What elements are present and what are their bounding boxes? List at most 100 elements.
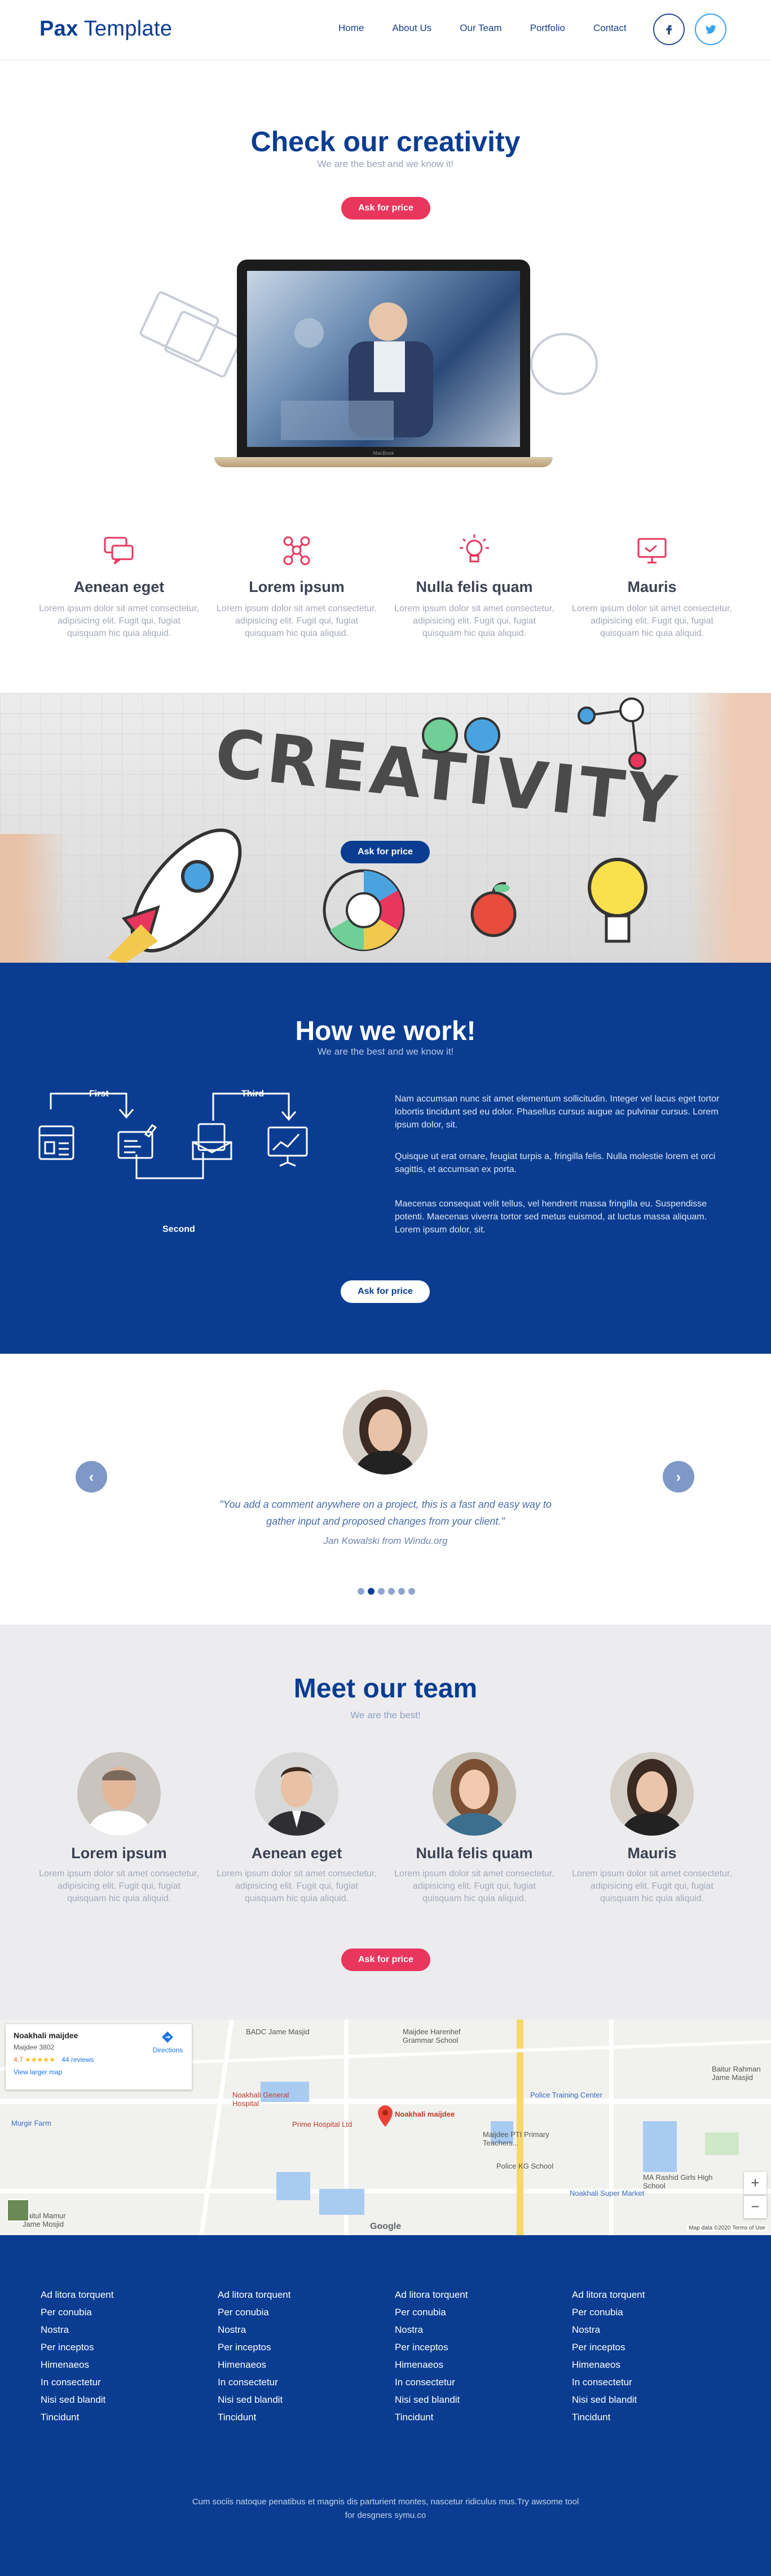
prev-arrow-icon[interactable]: ‹ bbox=[76, 1461, 107, 1493]
carousel-dot[interactable] bbox=[358, 1588, 364, 1595]
map-rating: 4.7 bbox=[14, 2056, 23, 2064]
footer-link[interactable]: Per conubia bbox=[218, 2303, 364, 2321]
map-label: Prime Hospital Ltd bbox=[292, 2120, 353, 2129]
feature-title: Lorem ipsum bbox=[249, 578, 345, 595]
nav-contact[interactable]: Contact bbox=[593, 23, 627, 34]
site-logo[interactable]: Pax Template bbox=[39, 17, 172, 41]
map-label: Police Training Center bbox=[530, 2091, 602, 2099]
map-pond bbox=[643, 2121, 677, 2172]
map-reviews-link[interactable]: 44 reviews bbox=[61, 2056, 94, 2064]
rocket-icon bbox=[107, 828, 242, 963]
carousel-dot[interactable] bbox=[408, 1588, 415, 1595]
nav-home[interactable]: Home bbox=[338, 23, 364, 34]
footer-link[interactable]: Nisi sed blandit bbox=[395, 2391, 541, 2408]
member-avatar bbox=[77, 1752, 161, 1836]
map-directions-button[interactable]: Directions bbox=[153, 2031, 183, 2054]
map-label: BADC Jame Masjid bbox=[246, 2028, 310, 2036]
carousel-dot[interactable] bbox=[398, 1588, 405, 1595]
footer-link[interactable]: Nisi sed blandit bbox=[41, 2391, 187, 2408]
footer-link[interactable]: Per conubia bbox=[572, 2303, 719, 2321]
footer-link[interactable]: Nisi sed blandit bbox=[218, 2391, 364, 2408]
carousel-dot-active[interactable] bbox=[368, 1588, 375, 1595]
feature-text: Lorem ipsum dolor sit amet consectetur, … bbox=[217, 604, 377, 638]
map-larger-link[interactable]: View larger map bbox=[14, 2068, 184, 2076]
map-road bbox=[0, 2099, 771, 2104]
chat-icon bbox=[102, 533, 136, 567]
footer-link[interactable]: Nostra bbox=[572, 2321, 719, 2338]
footer-link[interactable]: Himenaeos bbox=[41, 2356, 187, 2373]
color-wheel-icon bbox=[323, 869, 405, 951]
footer-link[interactable]: Ad litora torquent bbox=[218, 2286, 364, 2303]
banner-ask-price-button[interactable]: Ask for price bbox=[341, 841, 430, 863]
map-stars-icon: ★★★★★ bbox=[25, 2056, 55, 2064]
footer-link[interactable]: Himenaeos bbox=[395, 2356, 541, 2373]
molecule-icon bbox=[578, 697, 646, 770]
laptop-image: MacBook bbox=[214, 260, 553, 467]
zoom-in-button[interactable]: + bbox=[744, 2172, 766, 2195]
how-ask-price-button[interactable]: Ask for price bbox=[341, 1280, 430, 1303]
footer-link[interactable]: Ad litora torquent bbox=[572, 2286, 719, 2303]
footer-link[interactable]: Tincidunt bbox=[218, 2408, 364, 2426]
footer-link[interactable]: Per inceptos bbox=[395, 2338, 541, 2356]
testimonial-section: ‹ › "You add a comment anywhere on a pro… bbox=[0, 1354, 771, 1625]
footer-link[interactable]: Per conubia bbox=[41, 2303, 187, 2321]
hero-ask-price-button[interactable]: Ask for price bbox=[341, 197, 430, 220]
footer-link[interactable]: In consectetur bbox=[218, 2373, 364, 2391]
twitter-icon[interactable] bbox=[695, 14, 726, 45]
feature-title: Mauris bbox=[627, 578, 677, 595]
map-label: Murgir Farm bbox=[11, 2119, 51, 2127]
footer-link[interactable]: Nostra bbox=[41, 2321, 187, 2338]
footer-link[interactable]: Per inceptos bbox=[41, 2338, 187, 2356]
team-member: Mauris Lorem ipsum dolor sit amet consec… bbox=[570, 1752, 734, 1905]
footer-column: Ad litora torquent Per conubia Nostra Pe… bbox=[572, 2286, 719, 2426]
footer-link[interactable]: Himenaeos bbox=[572, 2356, 719, 2373]
network-icon bbox=[280, 533, 314, 567]
footer-link[interactable]: Per inceptos bbox=[572, 2338, 719, 2356]
facebook-icon[interactable] bbox=[653, 14, 685, 45]
laptop-screen: MacBook bbox=[237, 260, 530, 457]
member-bio: Lorem ipsum dolor sit amet consectetur, … bbox=[217, 1869, 377, 1903]
footer-link[interactable]: Tincidunt bbox=[395, 2408, 541, 2426]
footer-link[interactable]: Per conubia bbox=[395, 2303, 541, 2321]
map-label: Baitur Rahman Jame Masjid bbox=[712, 2065, 761, 2082]
footer-link[interactable]: In consectetur bbox=[41, 2373, 187, 2391]
map-label: Maijdee Harenhef Grammar School bbox=[403, 2028, 461, 2044]
site-footer: Ad litora torquent Per conubia Nostra Pe… bbox=[0, 2235, 771, 2576]
carousel-dot[interactable] bbox=[388, 1588, 395, 1595]
footer-link[interactable]: Tincidunt bbox=[572, 2408, 719, 2426]
team-subtitle: We are the best! bbox=[350, 1710, 421, 1721]
footer-link[interactable]: Tincidunt bbox=[41, 2408, 187, 2426]
carousel-dot[interactable] bbox=[378, 1588, 385, 1595]
map-attribution: Map data ©2020 Terms of Use bbox=[686, 2225, 768, 2231]
footer-link[interactable]: Nisi sed blandit bbox=[572, 2391, 719, 2408]
footer-link[interactable]: Ad litora torquent bbox=[395, 2286, 541, 2303]
footer-link[interactable]: Per inceptos bbox=[218, 2338, 364, 2356]
footer-link[interactable]: Nostra bbox=[395, 2321, 541, 2338]
lightbulb-icon bbox=[457, 533, 491, 567]
footer-link[interactable]: Himenaeos bbox=[218, 2356, 364, 2373]
doodle-lightbulb-icon bbox=[530, 333, 598, 395]
member-avatar bbox=[255, 1752, 338, 1836]
footer-link[interactable]: Nostra bbox=[218, 2321, 364, 2338]
nav-portfolio[interactable]: Portfolio bbox=[530, 23, 565, 34]
laptop-base bbox=[214, 457, 553, 467]
creativity-banner: CREATIVITY Ask for price bbox=[0, 693, 771, 963]
map-pin-icon[interactable] bbox=[378, 2105, 393, 2130]
member-avatar bbox=[610, 1752, 694, 1836]
map-label: Noakhali General Hospital bbox=[232, 2091, 289, 2108]
footer-link[interactable]: In consectetur bbox=[395, 2373, 541, 2391]
zoom-out-button[interactable]: − bbox=[744, 2196, 766, 2218]
footer-link[interactable]: In consectetur bbox=[572, 2373, 719, 2391]
nav-our-team[interactable]: Our Team bbox=[460, 23, 501, 34]
team-section: Meet our team We are the best! Lorem ips… bbox=[0, 1625, 771, 2020]
nav-about-us[interactable]: About Us bbox=[392, 23, 431, 34]
team-ask-price-button[interactable]: Ask for price bbox=[341, 1949, 430, 1971]
main-nav: Home About Us Our Team Portfolio Contact bbox=[338, 23, 655, 34]
satellite-toggle[interactable] bbox=[7, 2199, 29, 2222]
member-name: Nulla felis quam bbox=[416, 1845, 533, 1862]
member-avatar bbox=[433, 1752, 516, 1836]
footer-column: Ad litora torquent Per conubia Nostra Pe… bbox=[41, 2286, 187, 2426]
google-map[interactable]: BADC Jame Masjid Maijdee Harenhef Gramma… bbox=[0, 2020, 771, 2235]
footer-link[interactable]: Ad litora torquent bbox=[41, 2286, 187, 2303]
next-arrow-icon[interactable]: › bbox=[663, 1461, 694, 1493]
